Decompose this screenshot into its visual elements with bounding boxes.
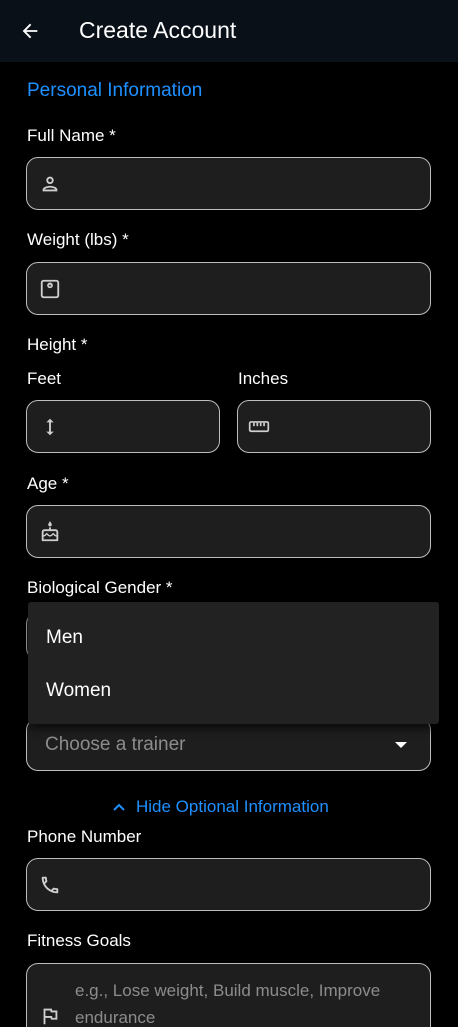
goals-placeholder: e.g., Lose weight, Build muscle, Improve… [75,981,381,1027]
height-label: Height * [27,335,88,354]
inches-label: Inches [238,369,289,388]
age-label: Age * [27,474,69,493]
app-bar: Create Account [0,0,458,62]
page-title: Create Account [79,17,237,43]
person-icon [39,173,61,195]
section-title-personal: Personal Information [27,80,203,101]
trainer-select[interactable]: Choose a trainer [26,718,431,771]
trainer-placeholder: Choose a trainer [45,733,186,755]
feet-input[interactable] [26,400,220,453]
gender-label: Biological Gender * [27,578,173,597]
hide-optional-label: Hide Optional Information [136,797,329,816]
age-input[interactable] [26,505,431,558]
back-button[interactable] [14,15,46,47]
cake-icon [39,520,61,543]
dropdown-arrow-icon [394,741,408,749]
feet-label: Feet [27,369,62,388]
full-name-label: Full Name * [27,126,116,145]
gender-dropdown-menu: Men Women [28,602,439,724]
goals-textarea[interactable]: e.g., Lose weight, Build muscle, Improve… [26,963,431,1027]
goals-label: Fitness Goals [27,931,131,950]
inches-input[interactable] [237,400,431,453]
weight-input[interactable] [26,262,431,315]
hide-optional-toggle[interactable]: Hide Optional Information [112,796,329,818]
menu-item-men[interactable]: Men [46,627,83,649]
scale-icon [39,278,61,300]
menu-item-women[interactable]: Women [46,680,111,702]
flag-icon [39,1005,61,1027]
vertical-arrows-icon [39,416,61,438]
chevron-up-icon [112,802,126,812]
phone-icon [39,874,61,896]
ruler-icon [248,416,270,438]
full-name-input[interactable] [26,157,431,210]
phone-input[interactable] [26,858,431,911]
arrow-back-icon [19,20,41,42]
phone-label: Phone Number [27,827,142,846]
weight-label: Weight (lbs) * [27,230,129,249]
